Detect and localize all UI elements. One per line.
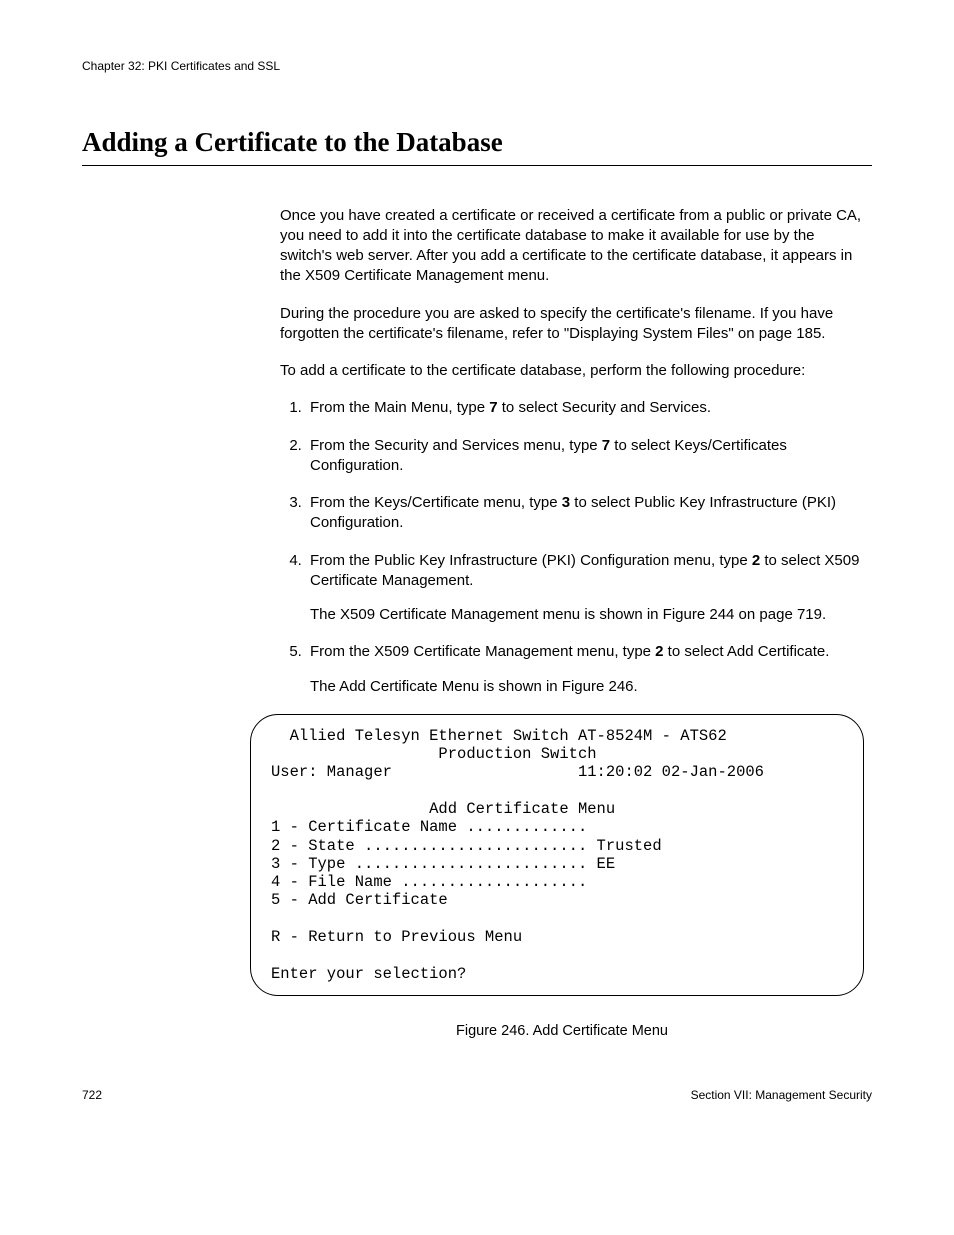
terminal-line: 2 - State ........................ Trust… xyxy=(271,837,662,855)
step-key: 2 xyxy=(655,643,663,660)
step-key: 3 xyxy=(562,494,570,511)
step-text: to select Security and Services. xyxy=(498,399,711,416)
step-text: From the Keys/Certificate menu, type xyxy=(310,494,562,511)
terminal-line: 5 - Add Certificate xyxy=(271,891,448,909)
terminal-line: Allied Telesyn Ethernet Switch AT-8524M … xyxy=(271,727,727,745)
terminal-line: 4 - File Name .................... xyxy=(271,873,587,891)
step-text: From the Public Key Infrastructure (PKI)… xyxy=(310,552,752,569)
step-text: From the Security and Services menu, typ… xyxy=(310,437,602,454)
terminal-line: Enter your selection? xyxy=(271,965,466,983)
chapter-header: Chapter 32: PKI Certificates and SSL xyxy=(82,58,872,74)
step-key: 7 xyxy=(489,399,497,416)
page-footer: 722 Section VII: Management Security xyxy=(82,1087,872,1103)
body-column: Once you have created a certificate or r… xyxy=(280,206,864,697)
step-text: to select Add Certificate. xyxy=(664,643,830,660)
step-key: 7 xyxy=(602,437,610,454)
terminal-screen: Allied Telesyn Ethernet Switch AT-8524M … xyxy=(250,714,864,996)
title-rule xyxy=(82,165,872,166)
step-note: The Add Certificate Menu is shown in Fig… xyxy=(310,677,864,697)
paragraph: Once you have created a certificate or r… xyxy=(280,206,864,287)
terminal-line: 1 - Certificate Name ............. xyxy=(271,818,587,836)
terminal-line: Production Switch xyxy=(271,745,597,763)
procedure-list: From the Main Menu, type 7 to select Sec… xyxy=(280,398,864,697)
step-text: From the Main Menu, type xyxy=(310,399,489,416)
section-label: Section VII: Management Security xyxy=(691,1087,872,1103)
step-text: From the X509 Certificate Management men… xyxy=(310,643,655,660)
step-item: From the Main Menu, type 7 to select Sec… xyxy=(306,398,864,418)
step-item: From the X509 Certificate Management men… xyxy=(306,642,864,697)
paragraph: To add a certificate to the certificate … xyxy=(280,361,864,381)
terminal-line: User: Manager 11:20:02 02-Jan-2006 xyxy=(271,763,764,781)
step-item: From the Keys/Certificate menu, type 3 t… xyxy=(306,493,864,534)
page-title: Adding a Certificate to the Database xyxy=(82,124,872,160)
step-item: From the Public Key Infrastructure (PKI)… xyxy=(306,551,864,626)
step-item: From the Security and Services menu, typ… xyxy=(306,436,864,477)
paragraph: During the procedure you are asked to sp… xyxy=(280,304,864,345)
step-note: The X509 Certificate Management menu is … xyxy=(310,605,864,625)
terminal-line: Add Certificate Menu xyxy=(271,800,615,818)
step-key: 2 xyxy=(752,552,760,569)
figure-caption: Figure 246. Add Certificate Menu xyxy=(252,1022,872,1042)
terminal-line: R - Return to Previous Menu xyxy=(271,928,522,946)
terminal-line: 3 - Type ......................... EE xyxy=(271,855,615,873)
page-number: 722 xyxy=(82,1087,102,1103)
